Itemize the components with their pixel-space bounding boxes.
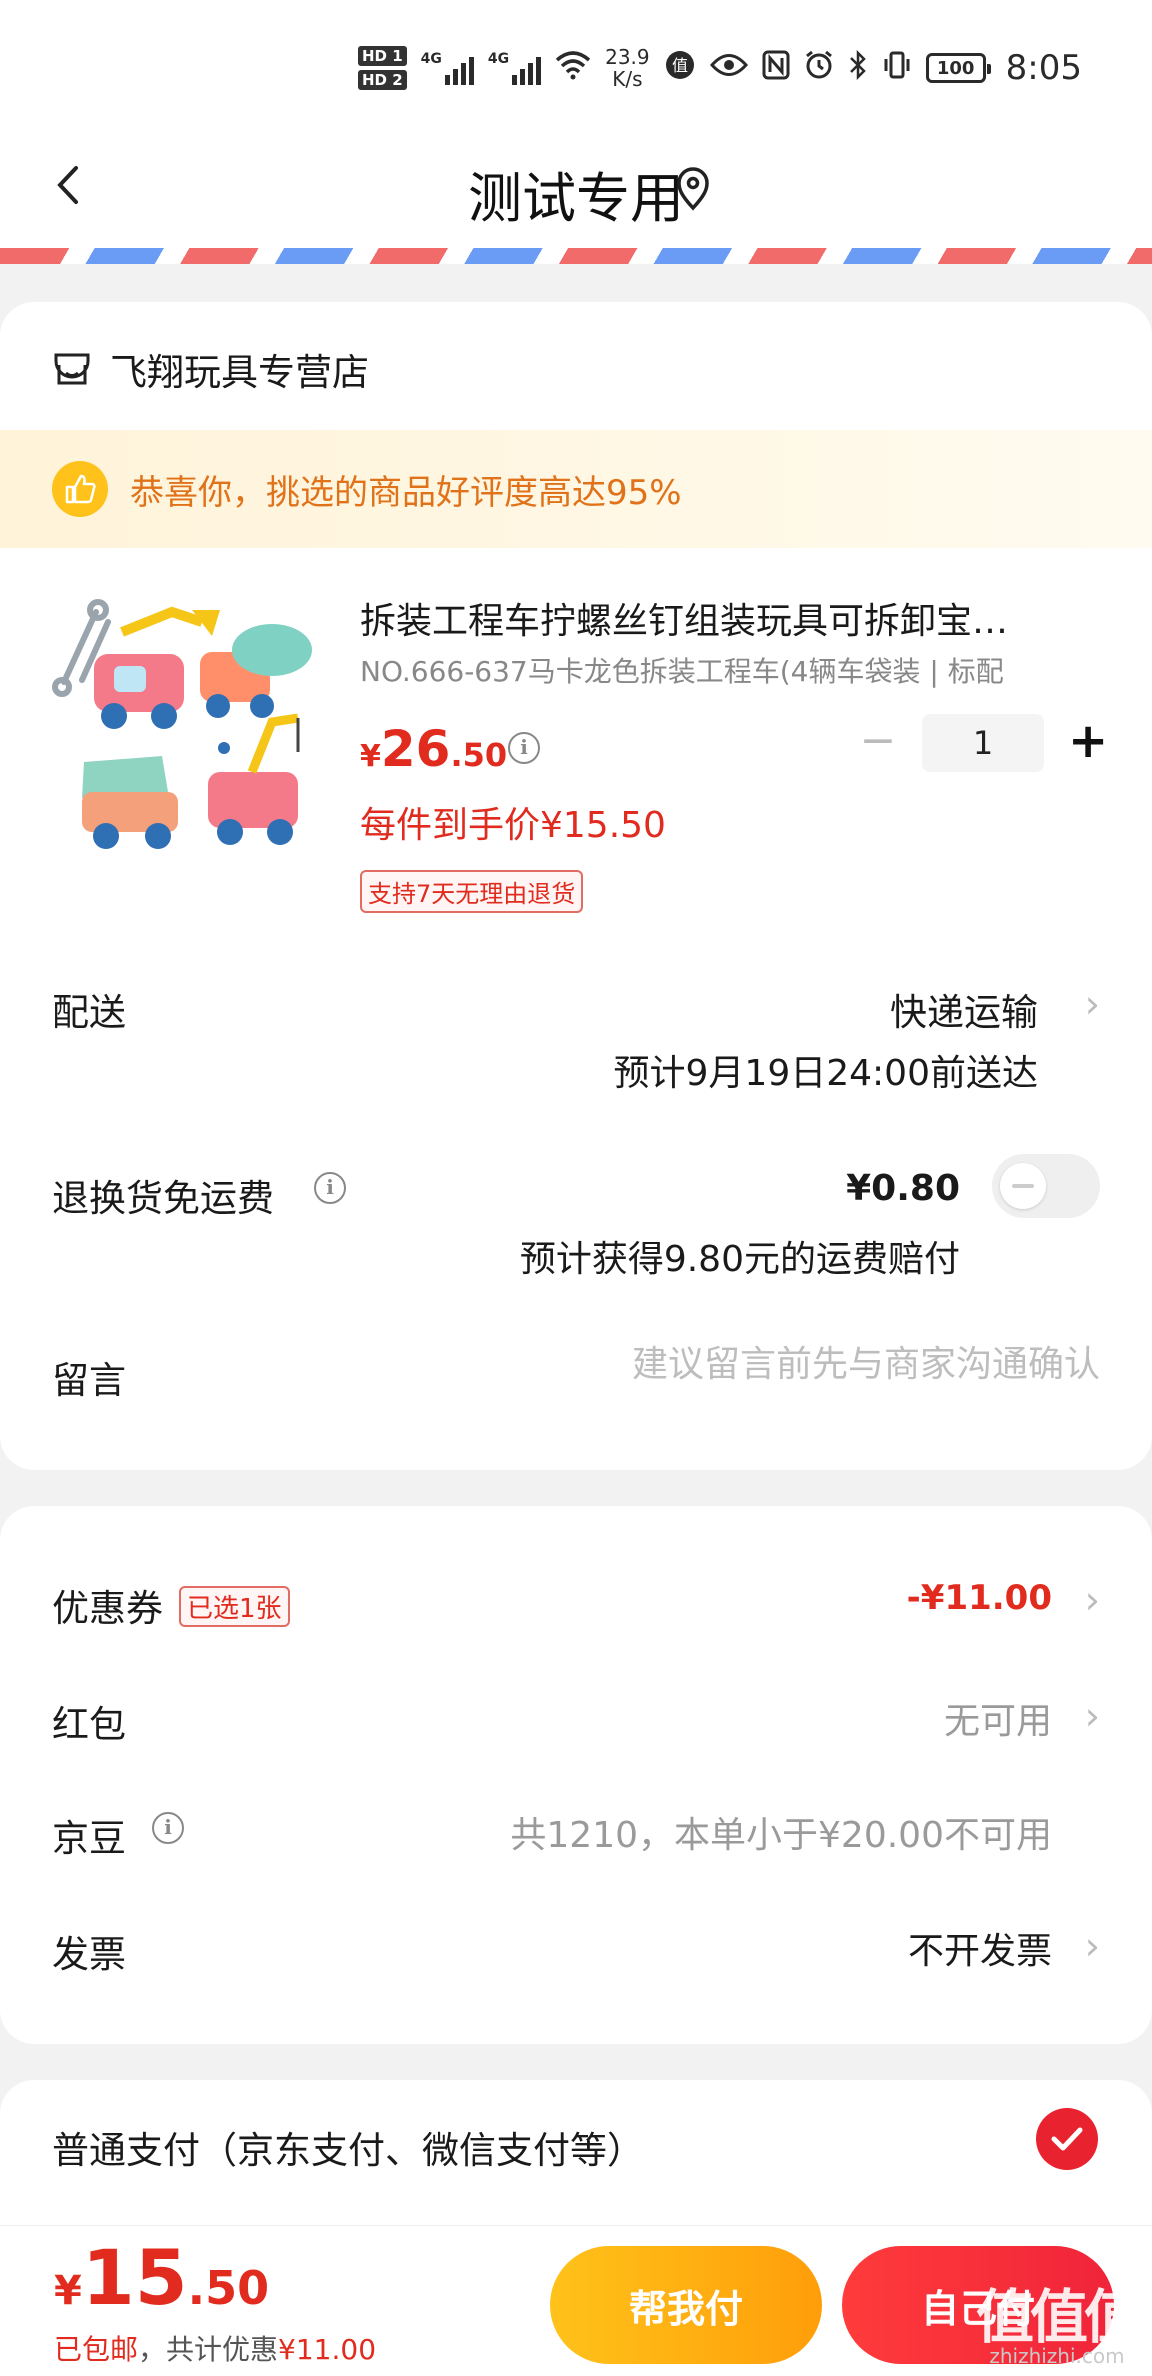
battery-icon: 100 [925, 53, 991, 83]
signal-1-icon: 4G [421, 51, 474, 85]
return-policy-tag: 支持7天无理由退货 [360, 870, 584, 913]
bean-value: 共1210，本单小于¥20.00不可用 [510, 1815, 1052, 1856]
return-shipping-compensation: 预计获得9.80元的运费赔付 [519, 1239, 960, 1280]
delivery-label: 配送 [52, 991, 126, 1034]
invoice-chevron-icon[interactable]: › [1085, 1924, 1100, 1968]
discount-card: 优惠券 已选1张 -¥11.00 › 红包 无可用 › 京豆 i 共1210，本单… [0, 1506, 1152, 2044]
note-input[interactable] [380, 1344, 1100, 1385]
wifi-icon [555, 50, 591, 86]
redpacket-chevron-icon[interactable]: › [1085, 1694, 1100, 1738]
help-pay-button[interactable]: 帮我付 [550, 2246, 822, 2364]
discount-total: ¥11.00 [278, 2333, 377, 2366]
order-summary: 已包邮，共计优惠¥11.00 [54, 2328, 376, 2368]
order-card: 飞翔玩具专营店 恭喜你，挑选的商品好评度高达95% 拆装工程车拧螺丝钉组装玩具可… [0, 302, 1152, 1470]
hd2-badge: HD 2 [357, 70, 407, 90]
quantity-field[interactable]: 1 [922, 714, 1044, 772]
increase-button[interactable]: + [1068, 717, 1108, 765]
return-shipping-info-icon[interactable]: i [314, 1172, 346, 1204]
nav-header: 测试专用 [0, 130, 1152, 248]
store-icon [54, 353, 90, 385]
total-price: ¥ 15 .50 [54, 2233, 270, 2322]
status-bar: HD 1 HD 2 4G 4G 23.9 K/s 值 100 8:05 [0, 0, 1152, 130]
quantity-stepper: − 1 + [858, 714, 1108, 772]
bean-label: 京豆 [52, 1817, 126, 1860]
price-info-icon[interactable]: i [508, 732, 540, 764]
praise-banner: 恭喜你，挑选的商品好评度高达95% [0, 430, 1152, 548]
coupon-label: 优惠券 [52, 1587, 163, 1630]
checkmark-icon[interactable] [1036, 2108, 1098, 2170]
invoice-value[interactable]: 不开发票 [908, 1922, 1052, 1974]
hd-indicators: HD 1 HD 2 [357, 46, 407, 90]
redpacket-label: 红包 [52, 1703, 126, 1746]
decrease-button[interactable]: − [858, 719, 898, 763]
status-icons: HD 1 HD 2 4G 4G 23.9 K/s 值 100 8:05 [357, 40, 1082, 96]
checkout-bar: ¥ 15 .50 已包邮，共计优惠¥11.00 帮我付 自己付 值值值 zhiz… [0, 2226, 1152, 2376]
coupon-row[interactable]: 优惠券 已选1张 [52, 1578, 290, 1632]
return-shipping-price: ¥0.80 [846, 1168, 960, 1209]
product-image[interactable] [52, 592, 330, 870]
coupon-selected-tag: 已选1张 [179, 1586, 290, 1627]
thumbs-up-icon [52, 461, 108, 517]
delivery-method[interactable]: 快递运输 [890, 982, 1038, 1036]
praise-text: 恭喜你，挑选的商品好评度高达95% [130, 472, 682, 513]
watermark-logo: 值值值 zhizhizhi.com [975, 2283, 1142, 2368]
eye-icon [709, 52, 748, 84]
note-label: 留言 [52, 1359, 126, 1402]
shop-name: 飞翔玩具专营店 [110, 351, 369, 394]
delivery-eta: 预计9月19日24:00前送达 [613, 1053, 1038, 1094]
page-title: 测试专用 [468, 167, 684, 230]
return-shipping-label: 退换货免运费 [52, 1177, 274, 1220]
toggle-knob [1000, 1163, 1046, 1209]
coupon-value[interactable]: -¥11.00 [907, 1578, 1052, 1618]
nfc-icon [762, 50, 790, 86]
hd1-badge: HD 1 [357, 46, 407, 66]
app-notification-icon: 值 [664, 49, 696, 87]
unit-price: 每件到手价¥15.50 [360, 805, 666, 846]
vibrate-icon [882, 50, 912, 86]
invoice-label: 发票 [52, 1933, 126, 1976]
product-price: ¥ 26 .50 [360, 720, 508, 778]
address-stripe [0, 248, 1152, 264]
shop-header[interactable]: 飞翔玩具专营店 [52, 342, 369, 396]
free-shipping-text: 已包邮 [54, 2333, 139, 2366]
network-speed: 23.9 K/s [605, 45, 650, 91]
delivery-chevron-icon[interactable]: › [1085, 982, 1100, 1026]
return-shipping-toggle[interactable] [992, 1154, 1100, 1218]
location-pin-icon[interactable] [674, 166, 712, 212]
product-spec[interactable]: NO.666-637马卡龙色拆装工程车(4辆车袋装 | 标配 [360, 650, 1080, 690]
bluetooth-icon [848, 49, 868, 86]
signal-2-icon: 4G [488, 51, 542, 85]
discount-prefix: ，共计优惠 [138, 2333, 279, 2366]
svg-text:值: 值 [672, 56, 688, 75]
coupon-chevron-icon[interactable]: › [1085, 1578, 1100, 1622]
product-title[interactable]: 拆装工程车拧螺丝钉组装玩具可拆卸宝… [360, 592, 1080, 644]
clock: 8:05 [1005, 48, 1082, 88]
payment-method-label[interactable]: 普通支付（京东支付、微信支付等） [52, 2120, 644, 2174]
alarm-icon [804, 50, 834, 86]
redpacket-value[interactable]: 无可用 [944, 1692, 1052, 1744]
bean-info-icon[interactable]: i [152, 1812, 184, 1844]
